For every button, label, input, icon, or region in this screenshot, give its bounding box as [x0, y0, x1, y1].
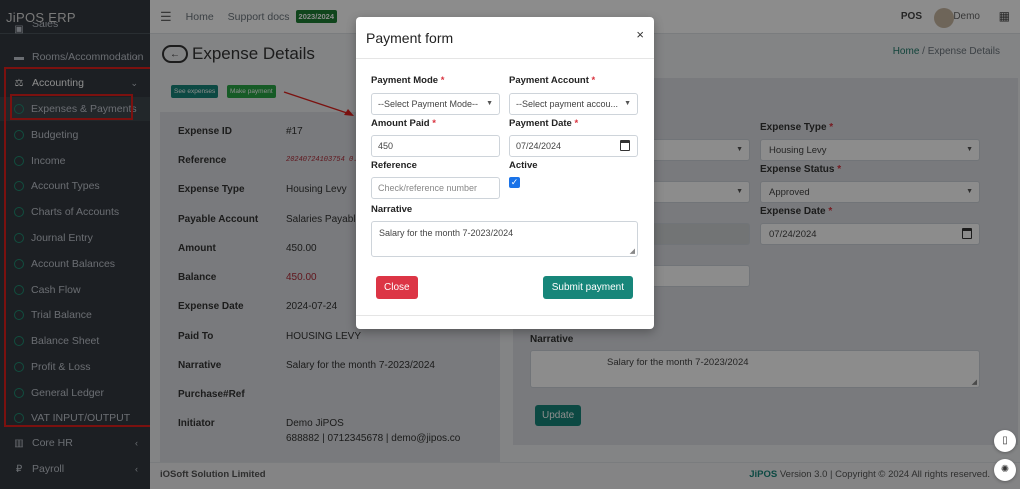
- calendar-icon[interactable]: [620, 140, 630, 151]
- reference-label: Reference: [371, 160, 417, 171]
- narrative-textarea[interactable]: Salary for the month 7-2023/2024 ◢: [371, 221, 638, 257]
- active-label: Active: [509, 160, 538, 171]
- modal-footer-divider: [356, 315, 654, 316]
- close-icon[interactable]: ×: [636, 27, 644, 42]
- caret-down-icon: ▼: [624, 100, 631, 107]
- payment-mode-select[interactable]: --Select Payment Mode-- ▼: [371, 93, 500, 115]
- submit-payment-button[interactable]: Submit payment: [542, 276, 633, 299]
- close-button[interactable]: Close: [376, 276, 418, 299]
- payment-account-select[interactable]: --Select payment accou... ▼: [509, 93, 638, 115]
- resize-handle-icon[interactable]: ◢: [630, 247, 635, 255]
- active-checkbox[interactable]: ✓: [509, 177, 520, 188]
- payment-date-input[interactable]: 07/24/2024: [509, 135, 638, 157]
- amount-paid-label: Amount Paid *: [371, 118, 436, 129]
- payment-modal: Payment form × Payment Mode * --Select P…: [356, 17, 654, 329]
- assistant-icon[interactable]: ✺: [994, 459, 1016, 481]
- modal-header: Payment form ×: [356, 17, 654, 59]
- payment-date-label: Payment Date *: [509, 118, 579, 129]
- payment-account-label: Payment Account *: [509, 75, 596, 86]
- narrative-label: Narrative: [371, 204, 413, 215]
- reference-input[interactable]: Check/reference number: [371, 177, 500, 199]
- modal-title: Payment form: [366, 30, 454, 46]
- amount-paid-input[interactable]: 450: [371, 135, 500, 157]
- caret-down-icon: ▼: [486, 100, 493, 107]
- book-icon[interactable]: ▯: [994, 430, 1016, 452]
- payment-mode-label: Payment Mode *: [371, 75, 445, 86]
